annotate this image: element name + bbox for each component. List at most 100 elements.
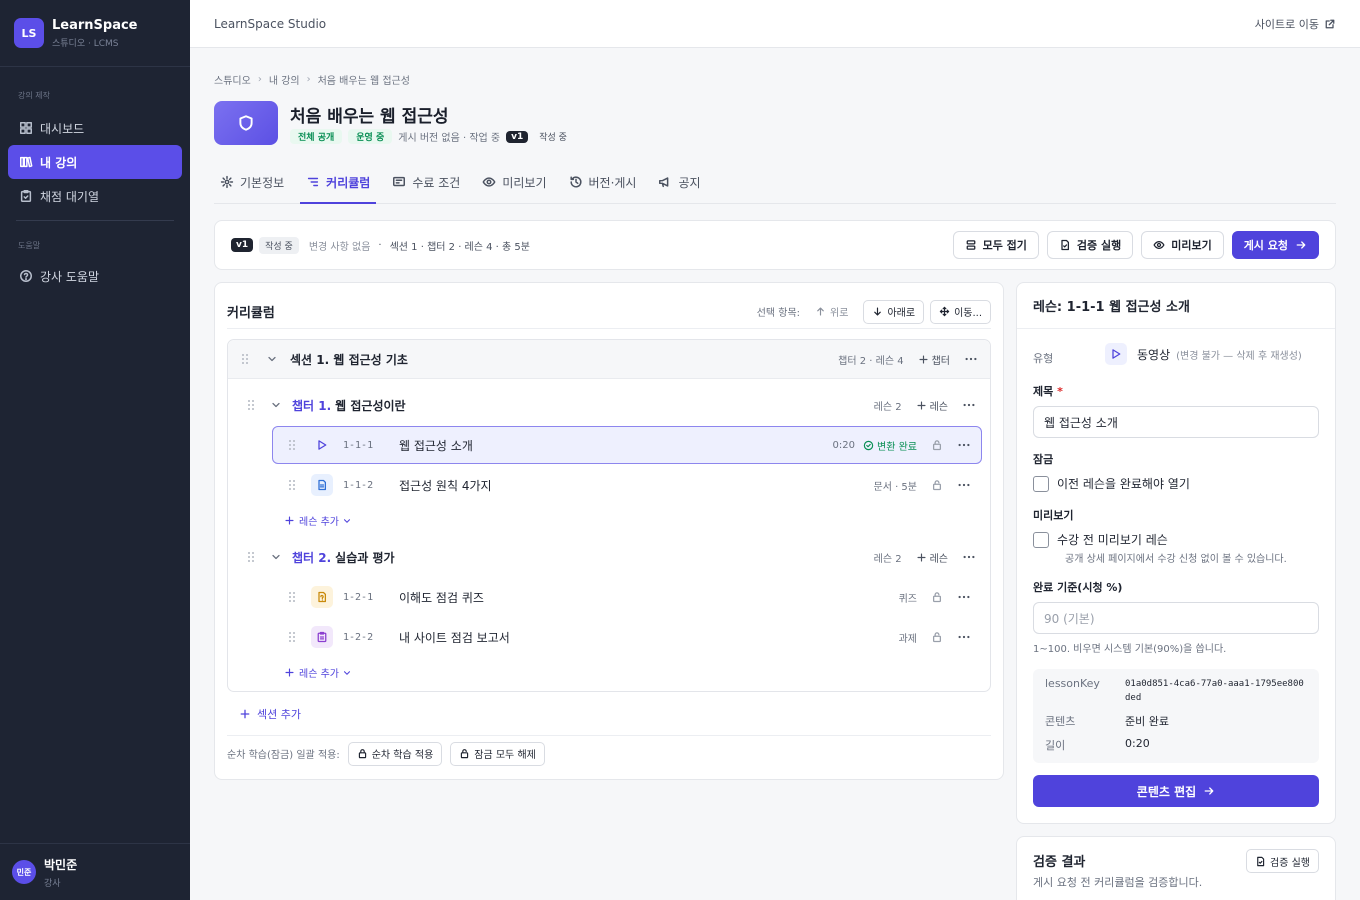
eye-icon: [1153, 240, 1165, 250]
sidebar-item-grading-queue[interactable]: 채점 대기열: [8, 179, 182, 213]
completion-input[interactable]: 90 (기본): [1033, 602, 1319, 634]
apply-sequential-button[interactable]: 순차 학습 적용: [347, 741, 443, 766]
run-validation-button[interactable]: 검증 실행: [1246, 849, 1319, 873]
button-label: 미리보기: [1171, 239, 1212, 252]
chevron-down-icon[interactable]: [270, 551, 282, 563]
preview-button[interactable]: 미리보기: [1141, 231, 1224, 259]
chapter-name: 웹 접근성이란: [335, 398, 406, 413]
lesson-code: 1-2-2: [343, 631, 374, 643]
drag-handle-icon[interactable]: [246, 399, 256, 411]
chapter-meta: 레슨 2: [873, 401, 902, 413]
section-title: 섹션 1. 웹 접근성 기초: [290, 351, 408, 368]
more-icon[interactable]: [962, 550, 976, 564]
button-label: 게시 요청: [1243, 239, 1288, 252]
chapter-row[interactable]: 챕터 2. 실습과 평가 레슨 2 레슨: [246, 542, 976, 572]
button-label: 잠금 모두 해제: [474, 750, 536, 761]
lesson-row[interactable]: 1-2-2 내 사이트 점검 보고서 과제: [272, 618, 982, 656]
move-down-button[interactable]: 아래로: [863, 299, 925, 324]
breadcrumb-studio[interactable]: 스튜디오: [214, 72, 251, 87]
drag-handle-icon[interactable]: [246, 551, 256, 563]
add-lesson-link[interactable]: 레슨 추가: [284, 665, 352, 680]
more-icon[interactable]: [957, 630, 971, 644]
chevron-down-icon[interactable]: [266, 353, 278, 365]
lock-open-icon[interactable]: [931, 631, 943, 643]
collapse-all-button[interactable]: 모두 접기: [952, 231, 1039, 259]
unlock-all-button[interactable]: 잠금 모두 해제: [450, 741, 545, 766]
completion-label: 완료 기준(시청 %): [1033, 581, 1123, 594]
info-key: 콘텐츠: [1045, 715, 1076, 728]
more-icon[interactable]: [957, 590, 971, 604]
required-mark: *: [1057, 385, 1063, 398]
drag-handle-icon[interactable]: [240, 353, 250, 365]
arrow-down-icon: [874, 307, 882, 316]
add-lesson-link[interactable]: 레슨 추가: [284, 513, 352, 528]
lock-open-icon[interactable]: [931, 439, 943, 451]
more-icon[interactable]: [962, 398, 976, 412]
go-to-site-link[interactable]: 사이트로 이동: [1255, 16, 1336, 32]
drag-handle-icon[interactable]: [287, 439, 297, 451]
type-name: 동영상: [1137, 347, 1171, 362]
add-lesson-label: 레슨 추가: [299, 517, 339, 528]
add-chapter-button[interactable]: 챕터: [918, 352, 950, 367]
add-lesson-button[interactable]: 레슨: [916, 398, 948, 413]
eye-icon: [482, 177, 496, 187]
breadcrumb-my-courses[interactable]: 내 강의: [269, 72, 300, 87]
chapter-row[interactable]: 챕터 1. 웹 접근성이란 레슨 2 레슨: [246, 390, 976, 420]
tab-basic-info[interactable]: 기본정보: [214, 162, 290, 204]
tab-label: 미리보기: [502, 175, 547, 190]
drag-handle-icon[interactable]: [287, 479, 297, 491]
more-icon[interactable]: [964, 352, 978, 366]
move-up-button[interactable]: 위로: [806, 300, 857, 324]
lesson-row[interactable]: 1-1-2 접근성 원칙 4가지 문서 · 5분: [272, 466, 982, 504]
sidebar-item-my-courses[interactable]: 내 강의: [8, 145, 182, 179]
user-profile[interactable]: 민준 박민준 강사: [0, 843, 190, 900]
sidebar-item-instructor-help[interactable]: 강사 도움말: [8, 259, 182, 293]
add-section-button[interactable]: 섹션 추가: [239, 706, 301, 722]
validation-title: 검증 결과: [1033, 855, 1086, 870]
lesson-row[interactable]: 1-2-1 이해도 점검 퀴즈 퀴즈: [272, 578, 982, 616]
preview-checkbox[interactable]: 수강 전 미리보기 레슨 공개 상세 페이지에서 수강 신청 없이 볼 수 있습니…: [1033, 531, 1287, 565]
brand: LS LearnSpace 스튜디오 · LCMS: [0, 0, 190, 67]
lesson-row[interactable]: 1-1-1 웹 접근성 소개 0:20 변환 완료: [272, 426, 982, 464]
sequential-label: 순차 학습(잠금) 일괄 적용:: [227, 750, 340, 761]
move-to-button[interactable]: 이동...: [930, 299, 991, 324]
play-icon: [318, 440, 327, 450]
add-lesson-button[interactable]: 레슨: [916, 550, 948, 565]
lesson-type-doc: [311, 474, 333, 496]
title-input[interactable]: 웹 접근성 소개: [1033, 406, 1319, 438]
checkbox-box[interactable]: [1033, 532, 1049, 548]
tab-label: 공지: [678, 175, 701, 190]
tab-completion[interactable]: 수료 조건: [386, 162, 466, 204]
lock-open-icon[interactable]: [931, 479, 943, 491]
checkbox-box[interactable]: [1033, 476, 1049, 492]
more-icon[interactable]: [957, 438, 971, 452]
lock-checkbox[interactable]: 이전 레슨을 완료해야 열기: [1033, 475, 1190, 492]
lesson-key-value: 01a0d851-4ca6-77a0-aaa1-1795ee800ded: [1125, 679, 1304, 703]
plus-icon: [240, 709, 250, 719]
sidebar-item-dashboard[interactable]: 대시보드: [8, 111, 182, 145]
section-row[interactable]: 섹션 1. 웹 접근성 기초 챕터 2 · 레슨 4 챕터: [228, 340, 990, 379]
play-icon: [1112, 349, 1121, 359]
validate-button[interactable]: 검증 실행: [1046, 231, 1134, 259]
lock-label: 잠금: [1033, 453, 1054, 466]
drag-handle-icon[interactable]: [287, 631, 297, 643]
brand-name: LearnSpace: [52, 17, 138, 33]
chevron-down-icon[interactable]: [270, 399, 282, 411]
validation-subtitle: 게시 요청 전 커리큘럼을 검증합니다.: [1033, 876, 1203, 889]
tab-preview[interactable]: 미리보기: [476, 162, 552, 204]
publish-request-button[interactable]: 게시 요청: [1231, 231, 1319, 259]
tab-notice[interactable]: 공지: [652, 162, 706, 204]
chapter-title: 챕터 2. 실습과 평가: [292, 549, 395, 566]
tab-curriculum[interactable]: 커리큘럼: [300, 162, 377, 204]
external-link-icon: [1325, 19, 1335, 28]
breadcrumb-current: 처음 배우는 웹 접근성: [317, 76, 410, 87]
lock-open-icon[interactable]: [931, 591, 943, 603]
curriculum-card: 커리큘럼 선택 항목: 위로 아래로 이동... 섹션 1. 웹 접근성 기초 …: [214, 282, 1004, 780]
validation-results-card: 검증 결과 게시 요청 전 커리큘럼을 검증합니다. 검증 실행: [1016, 836, 1336, 900]
chapter-number: 챕터 1.: [292, 398, 332, 413]
edit-content-button[interactable]: 콘텐츠 편집: [1033, 775, 1319, 807]
more-icon[interactable]: [957, 478, 971, 492]
tab-version-publish[interactable]: 버전·게시: [563, 162, 643, 204]
drag-handle-icon[interactable]: [287, 591, 297, 603]
collapse-icon: [966, 240, 975, 250]
